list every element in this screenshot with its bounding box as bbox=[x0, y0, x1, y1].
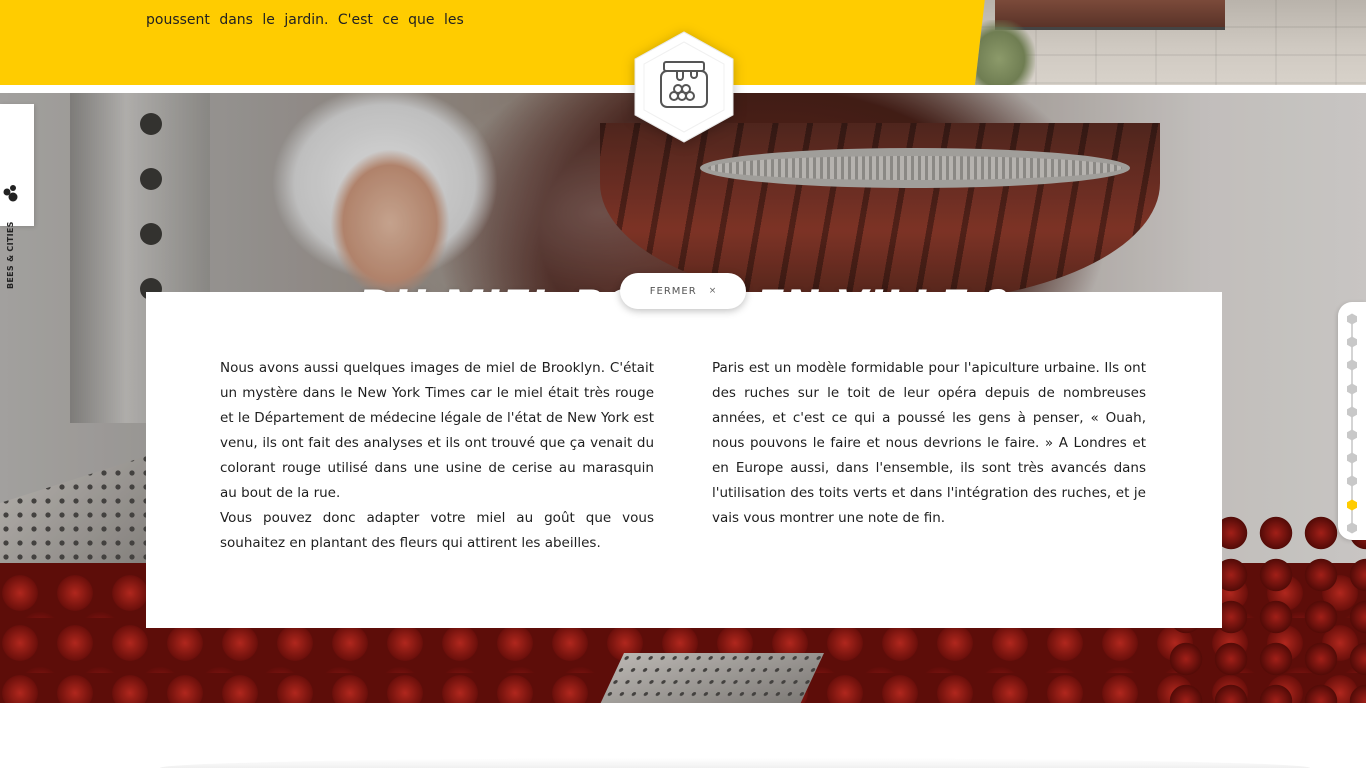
nav-dot[interactable] bbox=[1346, 335, 1358, 348]
next-section-shadow bbox=[160, 758, 1310, 768]
shrub bbox=[975, 20, 1035, 85]
close-button[interactable]: FERMER × bbox=[620, 273, 746, 309]
nav-dot[interactable] bbox=[1346, 474, 1358, 487]
article-paragraph: Vous pouvez donc adapter votre miel au g… bbox=[220, 510, 654, 551]
nav-dot[interactable] bbox=[1346, 405, 1358, 418]
close-button-label: FERMER bbox=[649, 285, 697, 297]
previous-section-text-line: poussent dans le jardin. C'est ce que le… bbox=[146, 12, 464, 28]
nav-dot[interactable] bbox=[1346, 382, 1358, 395]
nav-dot[interactable] bbox=[1346, 312, 1358, 325]
nav-dot-active[interactable] bbox=[1346, 498, 1358, 511]
nav-dot[interactable] bbox=[1346, 521, 1358, 534]
article-paragraph: Nous avons aussi quelques images de miel… bbox=[220, 360, 654, 501]
honeycomb-logo-icon bbox=[3, 185, 18, 202]
honey-jar-icon bbox=[634, 31, 734, 143]
site-logo-tab[interactable]: BEES & CITIES bbox=[0, 104, 34, 289]
article-paragraph: Paris est un modèle formidable pour l'ap… bbox=[712, 360, 1146, 526]
article-column-right: Paris est un modèle formidable pour l'ap… bbox=[712, 356, 1146, 531]
garden-photo bbox=[975, 0, 1366, 85]
site-logo-label: BEES & CITIES bbox=[6, 221, 15, 289]
nav-dot[interactable] bbox=[1346, 428, 1358, 441]
section-dot-navigation bbox=[1338, 302, 1366, 540]
nav-dot[interactable] bbox=[1346, 358, 1358, 371]
close-icon: × bbox=[708, 286, 717, 296]
nav-dot[interactable] bbox=[1346, 451, 1358, 464]
section-badge bbox=[631, 30, 737, 144]
article-card: Nous avons aussi quelques images de miel… bbox=[146, 292, 1222, 628]
article-column-left: Nous avons aussi quelques images de miel… bbox=[220, 356, 654, 556]
